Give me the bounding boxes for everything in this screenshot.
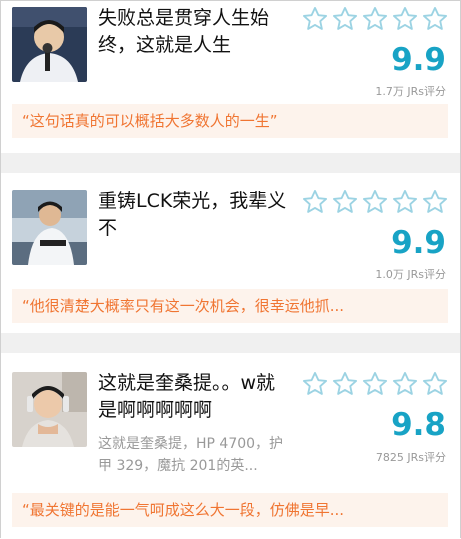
score: 9.9	[391, 42, 446, 78]
star-outline-icon[interactable]	[421, 5, 449, 33]
item-title[interactable]: 重铸LCK荣光，我辈义 不	[98, 188, 301, 242]
star-outline-icon[interactable]	[331, 370, 359, 398]
star-outline-icon[interactable]	[361, 188, 389, 216]
score: 9.8	[391, 407, 446, 443]
title-line-1: 重铸LCK荣光，我辈义	[98, 190, 287, 212]
star-outline-icon[interactable]	[331, 5, 359, 33]
rating-count: 1.7万 JRs评分	[375, 85, 446, 98]
star-outline-icon[interactable]	[391, 370, 419, 398]
separator	[1, 153, 460, 173]
star-outline-icon[interactable]	[301, 370, 329, 398]
avatar	[12, 7, 87, 82]
rating-card[interactable]: 失败总是贯穿人生始 终，这就是人生 9.9 1.7万 JRs评分 “这句话真的可…	[1, 1, 460, 153]
item-description: 这就是奎桑提，HP 4700，护 甲 329，魔抗 201的英...	[98, 433, 303, 477]
star-outline-icon[interactable]	[331, 188, 359, 216]
title-line-2: 终，这就是人生	[98, 34, 232, 56]
star-outline-icon[interactable]	[301, 188, 329, 216]
top-comment-quote[interactable]: “最关键的是能一气呵成这么大一段，仿佛是早...	[12, 493, 448, 527]
separator	[1, 333, 460, 353]
score: 9.9	[391, 225, 446, 261]
rating-count: 1.0万 JRs评分	[375, 268, 446, 281]
item-title[interactable]: 失败总是贯穿人生始 终，这就是人生	[98, 5, 301, 59]
star-outline-icon[interactable]	[391, 188, 419, 216]
top-comment-quote[interactable]: “这句话真的可以概括大多数人的一生”	[12, 104, 448, 138]
rating-card[interactable]: 这就是奎桑提。。w就 是啊啊啊啊啊 这就是奎桑提，HP 4700，护 甲 329…	[1, 353, 460, 539]
avatar	[12, 190, 87, 265]
star-outline-icon[interactable]	[301, 5, 329, 33]
rating-stars[interactable]	[301, 5, 449, 33]
star-outline-icon[interactable]	[421, 188, 449, 216]
description-line-1: 这就是奎桑提，HP 4700，护	[98, 436, 284, 452]
description-line-2: 甲 329，魔抗 201的英...	[98, 458, 258, 474]
avatar	[12, 372, 87, 447]
rating-stars[interactable]	[301, 370, 449, 398]
rating-card[interactable]: 重铸LCK荣光，我辈义 不 9.9 1.0万 JRs评分 “他很清楚大概率只有这…	[1, 173, 460, 333]
rating-count: 7825 JRs评分	[375, 451, 446, 464]
title-line-1: 失败总是贯穿人生始	[98, 7, 270, 29]
top-comment-quote[interactable]: “他很清楚大概率只有这一次机会，很幸运他抓...	[12, 289, 448, 323]
star-outline-icon[interactable]	[391, 5, 419, 33]
title-line-2: 是啊啊啊啊啊	[98, 399, 213, 421]
star-outline-icon[interactable]	[361, 370, 389, 398]
rating-stars[interactable]	[301, 188, 449, 216]
star-outline-icon[interactable]	[421, 370, 449, 398]
title-line-1: 这就是奎桑提。。w就	[98, 372, 276, 394]
title-line-2: 不	[98, 217, 118, 239]
item-title[interactable]: 这就是奎桑提。。w就 是啊啊啊啊啊	[98, 370, 301, 424]
star-outline-icon[interactable]	[361, 5, 389, 33]
